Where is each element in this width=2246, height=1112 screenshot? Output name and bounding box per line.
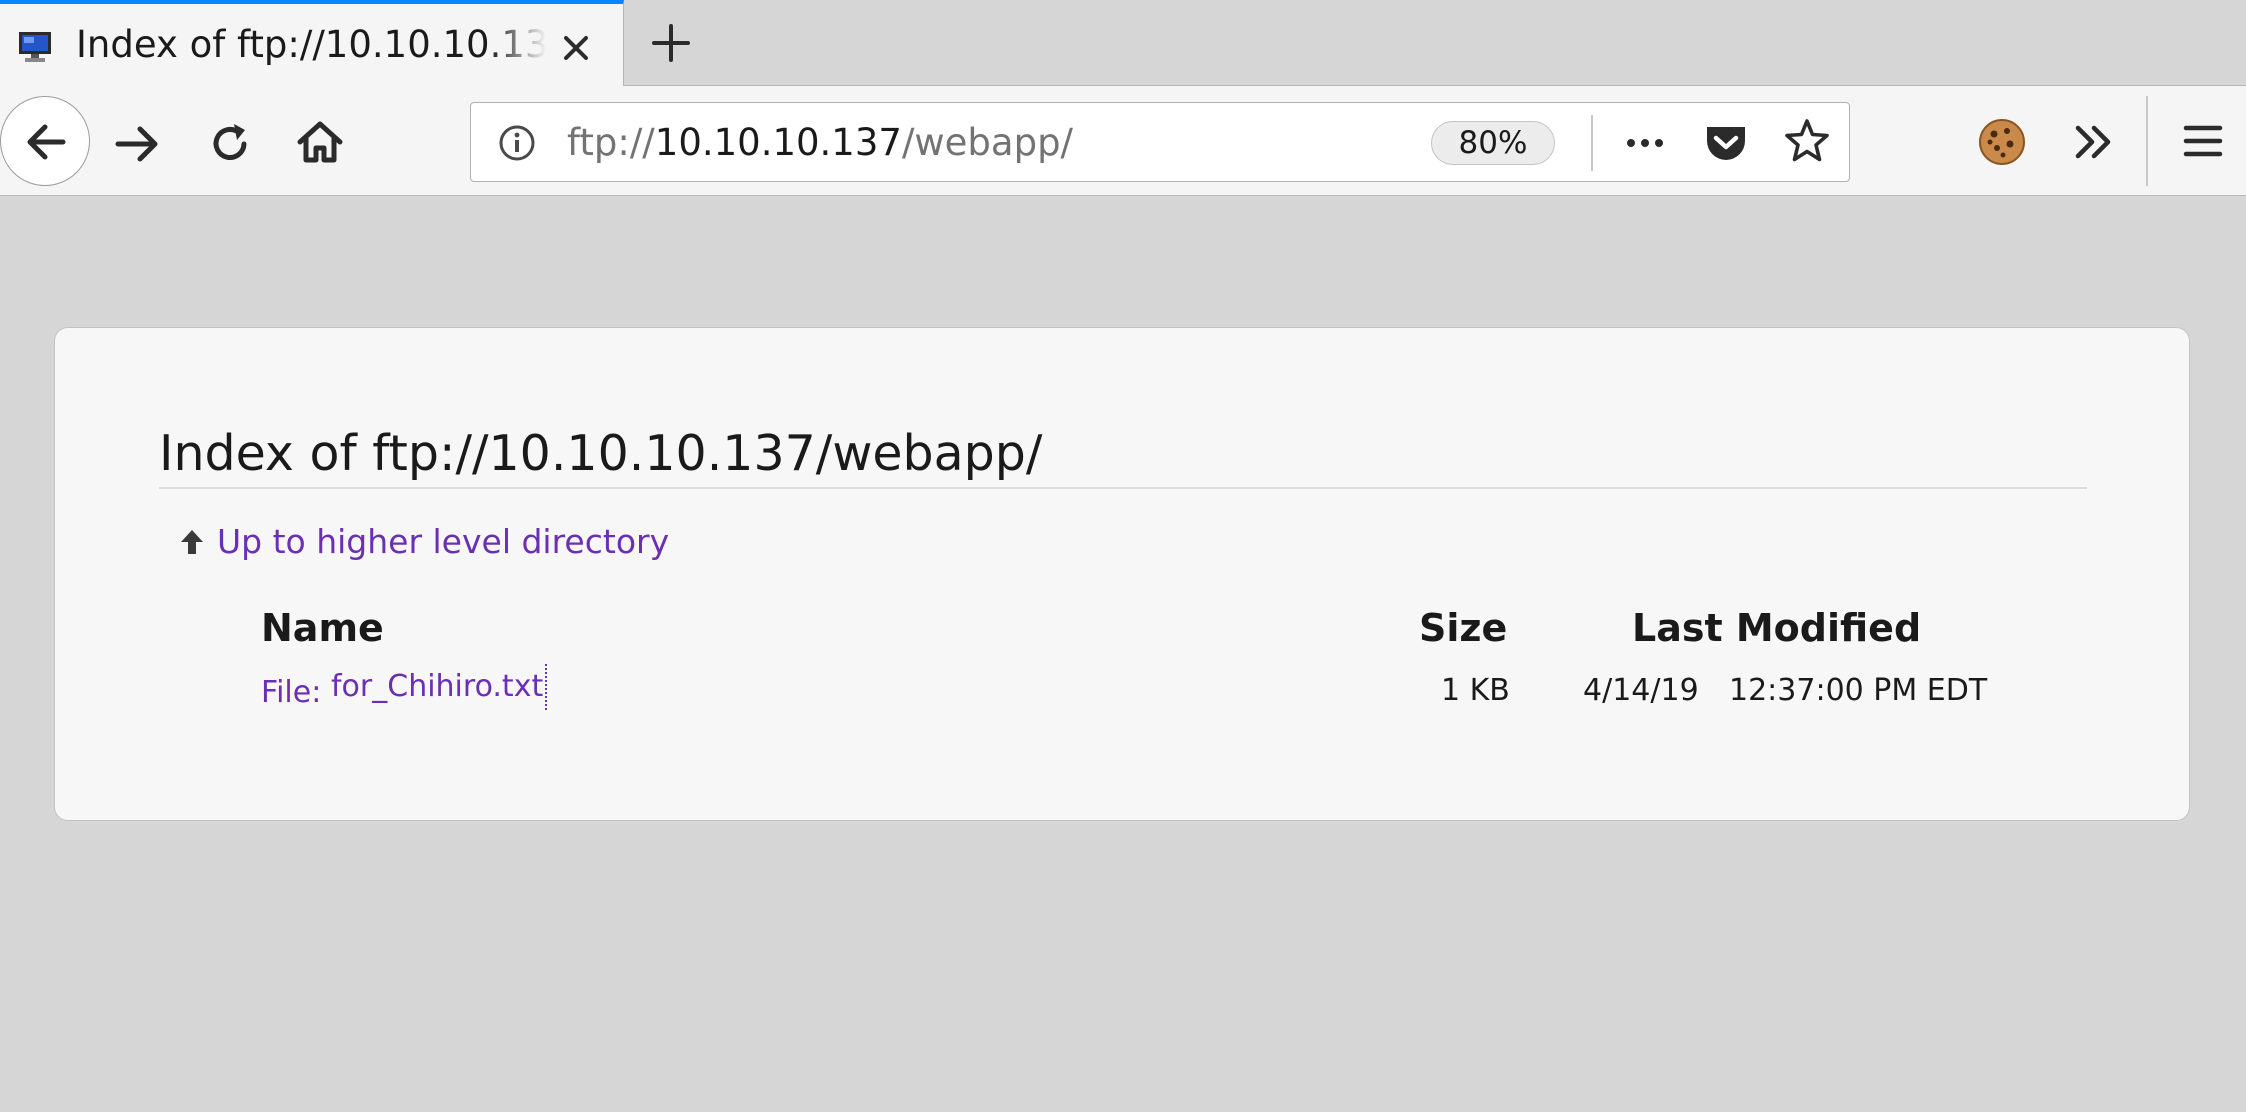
- file-date: 4/14/19: [1583, 673, 1699, 708]
- reload-icon[interactable]: [204, 118, 256, 170]
- cookie-icon[interactable]: [1976, 116, 2028, 168]
- file-time: 12:37:00 PM EDT: [1729, 673, 1988, 708]
- url-host: 10.10.10.137: [654, 121, 902, 164]
- url-path: /webapp/: [901, 121, 1074, 164]
- page-title: Index of ftp://10.10.10.137/webapp/: [159, 425, 1043, 482]
- back-button[interactable]: [0, 96, 90, 186]
- back-arrow-icon: [27, 124, 66, 160]
- home-icon[interactable]: [294, 116, 346, 168]
- url-scheme: ftp://: [567, 121, 655, 164]
- column-header-last-modified[interactable]: Last Modified: [1632, 604, 1921, 652]
- page-content: Index of ftp://10.10.10.137/webapp/ Up t…: [0, 197, 2246, 1112]
- close-tab-icon[interactable]: [556, 28, 596, 68]
- active-tab[interactable]: Index of ftp://10.10.10.137/webapp/: [0, 0, 624, 86]
- computer-monitor-icon: [19, 32, 51, 62]
- up-arrow-icon: [181, 530, 203, 554]
- url-text[interactable]: ftp://10.10.10.137/webapp/: [567, 119, 1073, 167]
- new-tab-icon[interactable]: [648, 20, 694, 66]
- file-link[interactable]: for_Chihiro.txt: [331, 664, 548, 710]
- toolbar-separator: [2146, 96, 2148, 186]
- up-directory-label[interactable]: Up to higher level directory: [217, 518, 669, 566]
- star-icon[interactable]: [1783, 117, 1831, 165]
- tab-strip: Index of ftp://10.10.10.137/webapp/: [0, 0, 2246, 86]
- url-bar[interactable]: ftp://10.10.10.137/webapp/ 80%: [470, 102, 1850, 182]
- navigation-toolbar: ftp://10.10.10.137/webapp/ 80%: [0, 86, 2246, 196]
- heading-divider: [159, 487, 2087, 489]
- column-header-size[interactable]: Size: [1419, 604, 1507, 652]
- zoom-level-button[interactable]: 80%: [1431, 121, 1555, 165]
- directory-listing-card: Index of ftp://10.10.10.137/webapp/ Up t…: [54, 327, 2190, 821]
- hamburger-menu-icon[interactable]: [2180, 118, 2226, 164]
- forward-arrow-icon[interactable]: [112, 118, 164, 170]
- urlbar-separator: [1591, 115, 1593, 171]
- column-header-name[interactable]: Name: [261, 604, 384, 652]
- file-size: 1 KB: [1441, 673, 1510, 708]
- file-type-prefix: File:: [261, 675, 322, 710]
- table-row: File: for_Chihiro.txt 1 KB 4/14/19 12:37…: [55, 664, 2191, 716]
- more-actions-icon[interactable]: [1623, 123, 1667, 163]
- info-icon[interactable]: [497, 123, 537, 163]
- overflow-chevron-icon[interactable]: [2070, 118, 2118, 166]
- tab-title: Index of ftp://10.10.10.137/webapp/: [76, 23, 546, 66]
- pocket-icon[interactable]: [1703, 119, 1749, 165]
